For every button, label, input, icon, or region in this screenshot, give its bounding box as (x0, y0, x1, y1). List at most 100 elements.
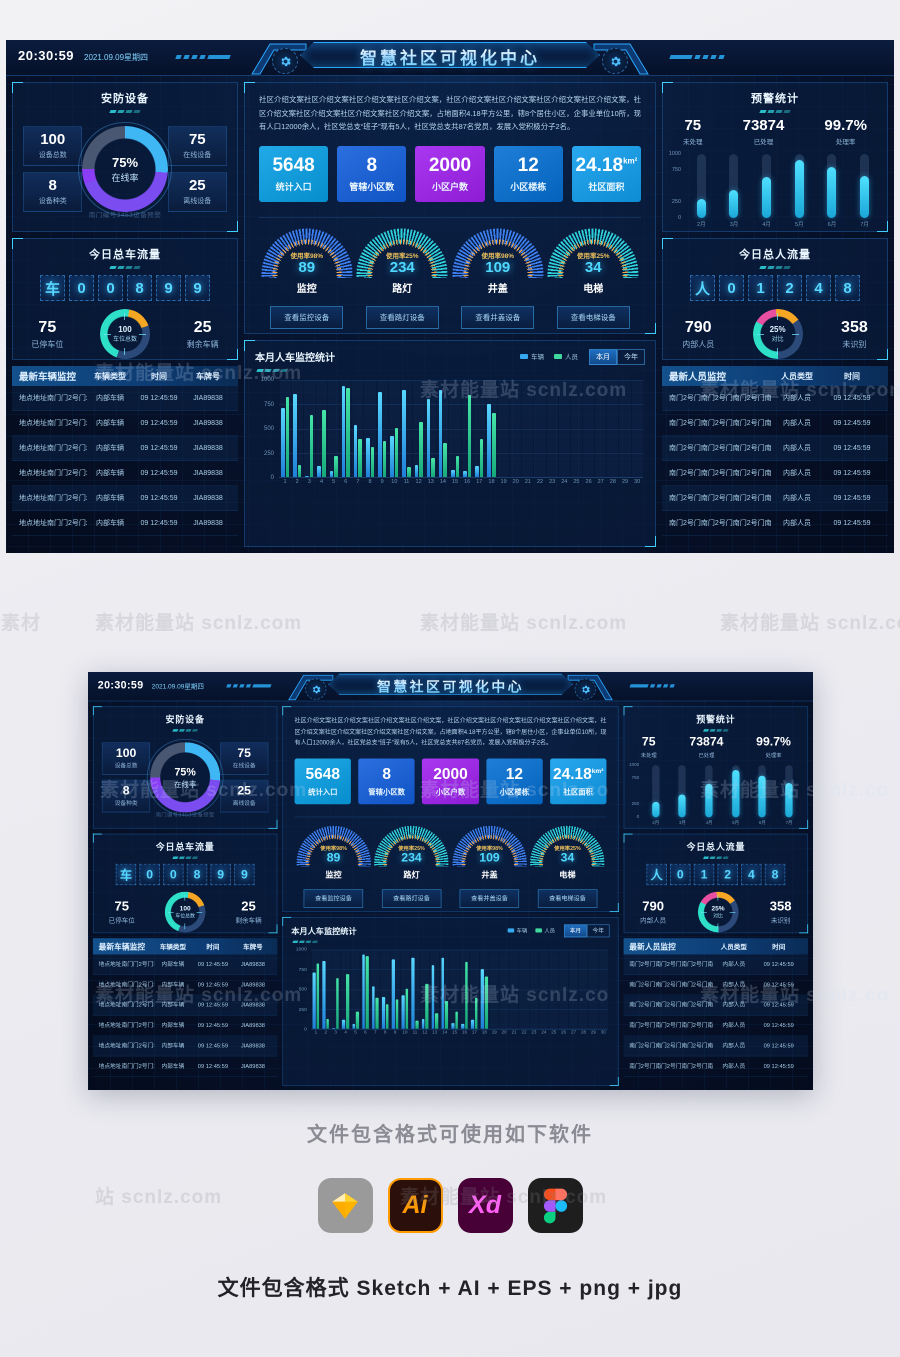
column-header-title: 最新车辆监控 (98, 943, 146, 953)
security-alert-note: 南门编号3453设备预警 (88, 212, 162, 219)
gauge-value: 34 (560, 850, 575, 865)
legend-swatch (507, 927, 515, 933)
bar-person (326, 1018, 330, 1029)
table-row[interactable]: 地点地址南门门2号门地点地址南门2号 内部车辆 09 12:45:59 JIA8983… (12, 411, 238, 436)
donut-value: 25% (769, 325, 786, 334)
stat-label: 内部人员 (682, 339, 715, 349)
counter-digit: 0 (719, 275, 744, 301)
table-row[interactable]: 南门2号门南门2号门南门2号门南门 内部人员 09 12:45:59 (662, 461, 888, 486)
kpi-card[interactable]: 24.18km² 社区面积 (571, 146, 642, 203)
range-button-今年[interactable]: 今年 (617, 349, 645, 365)
kpi-value: 24.18km² (575, 154, 638, 176)
legend-item[interactable]: 车辆 (520, 351, 544, 361)
x-tick-label: 15 (452, 1030, 458, 1036)
legend-item[interactable]: 人员 (554, 351, 578, 361)
bar-vehicle (450, 470, 455, 477)
bar-column (341, 949, 351, 1029)
cell-time: 09 12:45:59 (197, 1063, 229, 1070)
kpi-value: 5648 (305, 765, 341, 783)
kpi-card[interactable]: 5648 统计入口 (259, 146, 329, 203)
table-row[interactable]: 南门2号门南门2号门南门2号门南门 内部人员 09 12:45:59 (662, 486, 888, 511)
counter-digit: 1 (748, 275, 773, 301)
bar-fill (762, 177, 772, 218)
cell-time: 09 12:45:59 (763, 981, 794, 988)
gauge-value: 89 (298, 259, 316, 277)
security-left-stats: 100 设备总数 8 设备种类 (101, 742, 151, 813)
view-device-button[interactable]: 查看监控设备 (270, 306, 344, 330)
bar-fill (678, 794, 687, 818)
cell-location: 地点地址南门门2号门地点地址南门2号 (19, 470, 87, 477)
carflow-panel-title: 今日总车流量 (89, 249, 161, 261)
range-button-今年: 今年 (586, 924, 610, 938)
x-tick-label: 23 (549, 479, 556, 485)
gauge-name: 井盖 (487, 284, 508, 296)
bar-column (390, 949, 400, 1029)
stat-value: 358 (769, 899, 792, 914)
counter-unit: 人 (690, 275, 715, 301)
table-row: 南门2号门南门2号门南门2号门南门 内部人员 09 12:45:59 (623, 995, 809, 1016)
warning-bar-chart: 0 250 750 1000 2月 3月 4月 5月 6月 7月 (624, 762, 807, 831)
gauge-value: 234 (389, 259, 415, 277)
y-tick-label: 0 (636, 814, 640, 820)
y-tick-label: 500 (298, 987, 307, 993)
x-tick-label: 5 (332, 479, 336, 485)
table-row[interactable]: 南门2号门南门2号门南门2号门南门 内部人员 09 12:45:59 (662, 436, 888, 461)
table-row[interactable]: 地点地址南门门2号门地点地址南门2号 内部车辆 09 12:45:59 JIA8983… (12, 461, 238, 486)
bar-fill (860, 175, 870, 218)
table-row[interactable]: 南门2号门南门2号门南门2号门南门 内部人员 09 12:45:59 (662, 386, 888, 411)
title-decoration (94, 856, 277, 859)
table-row[interactable]: 地点地址南门门2号门地点地址南门2号 内部车辆 09 12:45:59 JIA8983… (12, 386, 238, 411)
stat-total-devices: 100 设备总数 (101, 742, 151, 775)
warning-chart-plot (642, 765, 802, 818)
table-row[interactable]: 地点地址南门门2号门地点地址南门2号 内部车辆 09 12:45:59 JIA8983… (12, 511, 238, 536)
x-tick-label: 10 (402, 1030, 408, 1036)
bar-person (370, 447, 375, 477)
bar-vehicle (475, 465, 479, 477)
bar-column (413, 380, 425, 477)
view-device-button[interactable]: 查看路灯设备 (365, 306, 439, 330)
kpi-label: 小区户数 (432, 181, 469, 192)
bar-person (484, 976, 488, 1029)
stat-value: 25 (237, 783, 251, 798)
bar-vehicle (329, 471, 334, 477)
stat-unidentified: 358 未识别 (841, 319, 868, 350)
cell-type: 内部人员 (722, 1023, 746, 1029)
x-tick-label: 2 (295, 479, 299, 485)
bar-person (464, 961, 468, 1029)
bar-person (445, 1001, 449, 1029)
kpi-label: 小区户数 (435, 787, 466, 796)
view-device-button[interactable]: 查看井盖设备 (461, 306, 535, 330)
header-title-wrap: 智慧社区可视化中心 (250, 40, 650, 78)
online-rate-donut-chart: 75% 在线率 (78, 122, 172, 216)
chart-title: 本月人车监控统计 (291, 927, 357, 937)
kpi-card[interactable]: 2000 小区户数 (415, 146, 485, 203)
range-button-本月[interactable]: 本月 (589, 349, 617, 365)
chart-range-buttons: 本月 今年 (563, 924, 610, 938)
bar-column (461, 380, 473, 477)
legend-label: 车辆 (531, 354, 544, 361)
table-row[interactable]: 地点地址南门门2号门地点地址南门2号 内部车辆 09 12:45:59 JIA8983… (12, 486, 238, 511)
table-row[interactable]: 地点地址南门门2号门地点地址南门2号 内部车辆 09 12:45:59 JIA8983… (12, 436, 238, 461)
cell-time: 09 12:45:59 (197, 961, 229, 968)
car-flow-stats: 75 已停车位 100 车位总数 25 剩余车辆 (94, 891, 277, 933)
bar-vehicle (402, 390, 406, 477)
gauge-name: 监控 (325, 871, 342, 881)
warning-bar-column (652, 765, 660, 818)
kpi-card[interactable]: 8 管辖小区数 (337, 146, 407, 203)
kpi-card[interactable]: 12 小区楼栋 (493, 146, 563, 203)
bar-vehicle (381, 996, 385, 1029)
table-row[interactable]: 南门2号门南门2号门南门2号门南门 内部人员 09 12:45:59 (662, 411, 888, 436)
legend-label: 车辆 (516, 928, 528, 935)
y-tick-label: 250 (631, 801, 640, 807)
bar-vehicle (441, 957, 445, 1029)
bar-fill (696, 198, 706, 218)
cell-type: 内部人员 (783, 495, 811, 502)
app-icon-label: Ai (402, 1191, 428, 1219)
stat-value: 100 (40, 131, 66, 148)
view-device-button[interactable]: 查看电梯设备 (556, 306, 630, 330)
x-tick-label: 6 (364, 1030, 367, 1036)
bar-column (400, 380, 413, 477)
table-row[interactable]: 南门2号门南门2号门南门2号门南门 内部人员 09 12:45:59 (662, 511, 888, 536)
kpi-value: 24.18km² (552, 765, 604, 783)
dashboard-header: 20:30:59 2021.09.09星期四 智慧社区可视化中心 (88, 672, 813, 702)
